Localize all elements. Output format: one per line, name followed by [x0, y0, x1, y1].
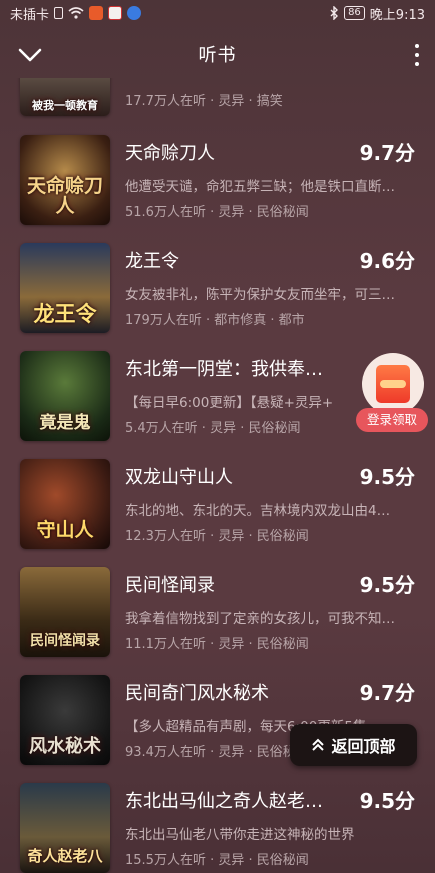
book-title: 天命赊刀人 — [125, 143, 215, 164]
back-to-top-button[interactable]: 返回顶部 — [290, 724, 417, 766]
book-description: 东北的地、东北的天。吉林境内双龙山由4… — [125, 503, 391, 519]
chevron-down-icon[interactable] — [16, 44, 44, 66]
battery-icon: 86 — [344, 6, 365, 20]
book-title: 东北第一阴堂：我供奉… — [125, 359, 323, 380]
back-to-top-label: 返回顶部 — [331, 737, 396, 756]
cover-title: 龙王令 — [33, 300, 97, 326]
book-cover: 天命赊刀人 — [20, 135, 110, 225]
top-nav-bar: 听书 — [0, 34, 435, 74]
red-envelope-icon — [376, 365, 410, 403]
login-reward-badge[interactable]: 登录领取 — [356, 353, 428, 437]
carrier-label: 未插卡 — [10, 7, 50, 23]
status-left: 未插卡 — [10, 4, 142, 23]
book-meta: 17.7万人在听 · 灵异 · 搞笑 — [125, 94, 283, 109]
status-time: 晚上9:13 — [369, 7, 425, 23]
promo-circle — [362, 353, 424, 415]
book-description: 我拿着信物找到了定亲的女孩儿，可我不知… — [125, 611, 395, 627]
book-item[interactable]: 天命赊刀人 天命赊刀人 9.7分 他遭受天谴，命犯五弊三缺；他是铁口直断… 51… — [0, 135, 435, 243]
book-cover: 竟是鬼 — [20, 351, 110, 441]
cover-title: 竟是鬼 — [39, 413, 91, 434]
wifi-icon — [68, 7, 84, 19]
book-meta: 179万人在听 · 都市修真 · 都市 — [125, 313, 305, 328]
book-item[interactable]: 民间怪闻录 民间怪闻录 9.5分 我拿着信物找到了定亲的女孩儿，可我不知… 11… — [0, 567, 435, 675]
bluetooth-icon — [330, 6, 339, 20]
book-meta: 5.4万人在听 · 灵异 · 民俗秘闻 — [125, 421, 301, 436]
book-cover: 奇人赵老八 — [20, 783, 110, 873]
book-meta: 11.1万人在听 · 灵异 · 民俗秘闻 — [125, 637, 309, 652]
book-description: 东北出马仙老八带你走进这神秘的世界 — [125, 827, 355, 843]
book-item[interactable]: 守山人 双龙山守山人 9.5分 东北的地、东北的天。吉林境内双龙山由4… 12.… — [0, 459, 435, 567]
book-meta: 93.4万人在听 · 灵异 · 民俗秘闻 — [125, 745, 309, 760]
status-bar: 未插卡 86 晚上9:13 — [0, 0, 435, 26]
book-cover: 被我一顿教育 — [20, 78, 110, 116]
more-vertical-icon[interactable] — [411, 42, 423, 68]
cover-title: 天命赊刀人 — [26, 175, 103, 218]
book-title: 龙王令 — [125, 251, 179, 272]
book-item[interactable]: 龙王令 龙王令 9.6分 女友被非礼，陈平为保护女友而坐牢，可三… 179万人在… — [0, 243, 435, 351]
book-meta: 12.3万人在听 · 灵异 · 民俗秘闻 — [125, 529, 309, 544]
book-cover: 龙王令 — [20, 243, 110, 333]
book-title: 民间怪闻录 — [125, 575, 215, 596]
book-meta: 51.6万人在听 · 灵异 · 民俗秘闻 — [125, 205, 309, 220]
double-chevron-up-icon — [312, 738, 325, 751]
book-meta: 15.5万人在听 · 灵异 · 民俗秘闻 — [125, 853, 309, 868]
login-claim-label: 登录领取 — [356, 408, 428, 432]
app-notification-icon — [127, 6, 142, 20]
page-title: 听书 — [198, 45, 237, 66]
book-title: 东北出马仙之奇人赵老… — [125, 791, 323, 812]
app-notification-icon — [108, 6, 123, 20]
book-description: 他遭受天谴，命犯五弊三缺；他是铁口直断… — [125, 179, 395, 195]
book-description: 【每日早6:00更新】【悬疑+灵异+ — [125, 395, 334, 411]
book-score: 9.6分 — [359, 249, 415, 273]
book-cover: 守山人 — [20, 459, 110, 549]
book-item[interactable]: 被我一顿教育 17.7万人在听 · 灵异 · 搞笑 — [0, 78, 435, 116]
cover-title: 奇人赵老八 — [27, 847, 103, 866]
book-description: 女友被非礼，陈平为保护女友而坐牢，可三… — [125, 287, 395, 303]
cover-title: 风水秘术 — [29, 736, 101, 758]
cover-title: 被我一顿教育 — [32, 99, 98, 113]
book-score: 9.5分 — [359, 573, 415, 597]
app-notification-icon — [89, 6, 104, 20]
book-score: 9.7分 — [359, 681, 415, 705]
book-score: 9.7分 — [359, 141, 415, 165]
book-title: 双龙山守山人 — [125, 467, 233, 488]
book-cover: 民间怪闻录 — [20, 567, 110, 657]
book-title: 民间奇门风水秘术 — [125, 683, 269, 704]
status-right: 86 晚上9:13 — [329, 4, 425, 23]
book-cover: 风水秘术 — [20, 675, 110, 765]
cover-title: 守山人 — [36, 519, 94, 542]
cover-title: 民间怪闻录 — [30, 633, 100, 650]
book-score: 9.5分 — [359, 789, 415, 813]
sim-card-icon — [54, 7, 64, 19]
book-item[interactable]: 奇人赵老八 东北出马仙之奇人赵老… 9.5分 东北出马仙老八带你走进这神秘的世界… — [0, 783, 435, 873]
book-score: 9.5分 — [359, 465, 415, 489]
